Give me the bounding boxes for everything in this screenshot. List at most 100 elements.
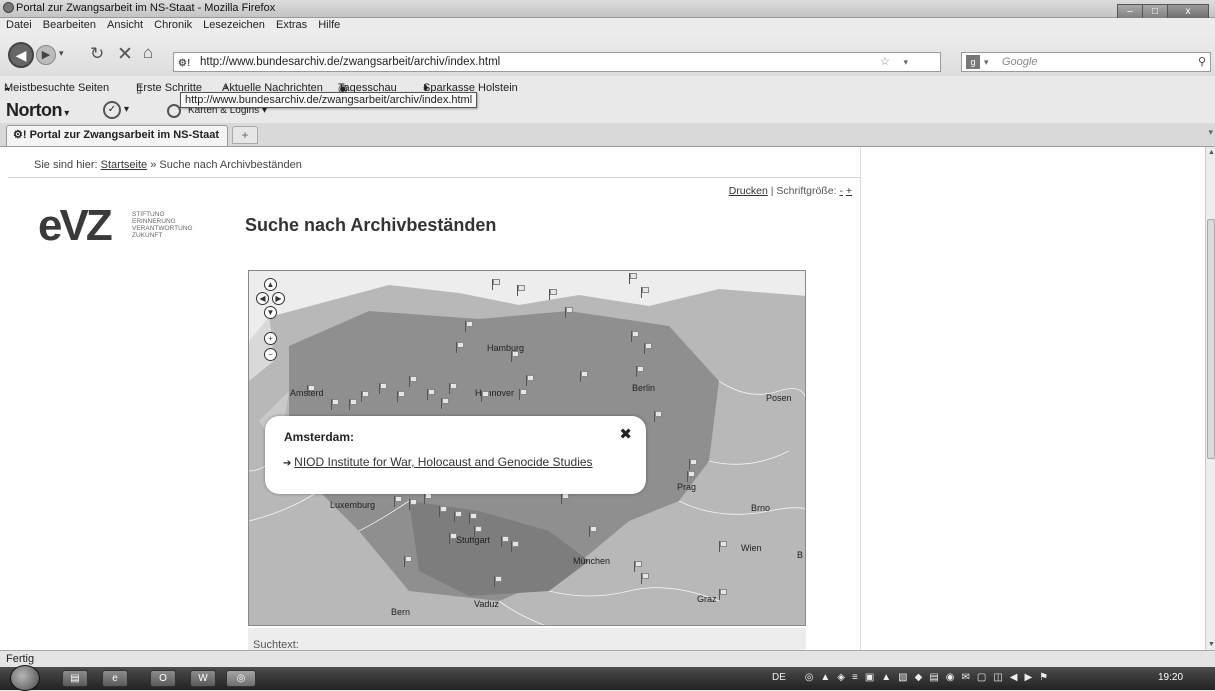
archive-marker-icon[interactable] <box>687 471 696 482</box>
print-link[interactable]: Drucken <box>729 185 768 197</box>
url-dropdown-icon[interactable]: ▾ <box>903 53 908 71</box>
close-button[interactable]: x <box>1167 4 1209 19</box>
archive-marker-icon[interactable] <box>379 383 388 394</box>
maximize-button[interactable]: □ <box>1142 4 1168 19</box>
norton-safe-icon[interactable]: ✓ <box>103 101 121 119</box>
language-indicator[interactable]: DE <box>772 672 786 683</box>
norton-logo[interactable]: Norton ▾ <box>6 100 69 121</box>
back-button[interactable]: ◀ <box>8 42 34 68</box>
menu-datei[interactable]: Datei <box>6 18 32 31</box>
menu-extras[interactable]: Extras <box>276 18 307 31</box>
archive-marker-icon[interactable] <box>307 385 316 396</box>
fontsize-decrease-link[interactable]: - <box>839 185 843 197</box>
scroll-down-icon[interactable]: ▼ <box>1208 641 1215 648</box>
pan-right-button[interactable]: ▶ <box>272 292 285 305</box>
archive-marker-icon[interactable] <box>719 589 728 600</box>
archive-marker-icon[interactable] <box>511 541 520 552</box>
archive-marker-icon[interactable] <box>517 285 526 296</box>
pan-left-button[interactable]: ◀ <box>256 292 269 305</box>
archive-marker-icon[interactable] <box>439 506 448 517</box>
archive-marker-icon[interactable] <box>501 536 510 547</box>
menu-chronik[interactable]: Chronik <box>154 18 192 31</box>
archive-marker-icon[interactable] <box>454 511 463 522</box>
word-taskbar-icon[interactable]: W <box>190 670 216 687</box>
archive-marker-icon[interactable] <box>549 289 558 300</box>
archive-marker-icon[interactable] <box>469 513 478 524</box>
fontsize-increase-link[interactable]: + <box>846 185 852 197</box>
archive-marker-icon[interactable] <box>580 371 589 382</box>
archive-marker-icon[interactable] <box>719 541 728 552</box>
archive-marker-icon[interactable] <box>331 399 340 410</box>
archive-marker-icon[interactable] <box>654 411 663 422</box>
internet-explorer-taskbar-icon[interactable]: e <box>102 670 128 687</box>
tab-portal[interactable]: ⚙! Portal zur Zwangsarbeit im NS-Staat <box>6 125 228 146</box>
archive-marker-icon[interactable] <box>644 343 653 354</box>
archive-marker-icon[interactable] <box>397 391 406 402</box>
menu-lesezeichen[interactable]: Lesezeichen <box>203 18 265 31</box>
archive-marker-icon[interactable] <box>394 496 403 507</box>
archive-marker-icon[interactable] <box>492 279 501 290</box>
archive-marker-icon[interactable] <box>465 321 474 332</box>
popup-close-icon[interactable]: ✖ <box>619 425 632 443</box>
reload-icon[interactable]: ↻ <box>90 44 104 64</box>
archive-marker-icon[interactable] <box>526 375 535 386</box>
tab-list-icon[interactable]: ▾ <box>1208 127 1213 138</box>
norton-safe-dropdown-icon[interactable]: ▾ <box>124 104 129 115</box>
archive-marker-icon[interactable] <box>424 493 433 504</box>
archive-marker-icon[interactable] <box>641 573 650 584</box>
menu-hilfe[interactable]: Hilfe <box>318 18 340 31</box>
archive-marker-icon[interactable] <box>409 376 418 387</box>
archive-marker-icon[interactable] <box>474 526 483 537</box>
menu-bearbeiten[interactable]: Bearbeiten <box>43 18 96 31</box>
firefox-taskbar-icon[interactable]: ◎ <box>226 670 256 687</box>
outlook-taskbar-icon[interactable]: O <box>150 670 176 687</box>
archive-marker-icon[interactable] <box>511 351 520 362</box>
popup-archive-link[interactable]: ➔ NIOD Institute for War, Holocaust and … <box>283 455 593 469</box>
archive-marker-icon[interactable] <box>636 366 645 377</box>
vertical-scrollbar[interactable]: ▲ ▼ <box>1205 147 1215 650</box>
explorer-taskbar-icon[interactable]: ▤ <box>62 670 88 687</box>
forward-button[interactable]: ▶ <box>36 45 56 65</box>
archive-map[interactable]: ▲ ◀ ▶ ▼ + − Hamburg Amsterd Hannover Ber… <box>248 270 806 626</box>
taskbar-clock[interactable]: 19:20 <box>1158 672 1183 683</box>
archive-marker-icon[interactable] <box>494 576 503 587</box>
archive-marker-icon[interactable] <box>361 391 370 402</box>
archive-marker-icon[interactable] <box>634 561 643 572</box>
archive-marker-icon[interactable] <box>456 342 465 353</box>
home-icon[interactable]: ⌂ <box>143 43 153 63</box>
archive-marker-icon[interactable] <box>629 273 638 284</box>
search-input[interactable]: g ▾ Google ⚲ <box>961 52 1211 72</box>
minimize-button[interactable]: – <box>1117 4 1143 19</box>
archive-marker-icon[interactable] <box>404 556 413 567</box>
start-button[interactable] <box>10 665 40 691</box>
menu-ansicht[interactable]: Ansicht <box>107 18 143 31</box>
search-engine-dropdown-icon[interactable]: ▾ <box>984 53 989 71</box>
pan-up-button[interactable]: ▲ <box>264 278 277 291</box>
pan-down-button[interactable]: ▼ <box>264 306 277 319</box>
archive-marker-icon[interactable] <box>427 389 436 400</box>
archive-marker-icon[interactable] <box>561 493 570 504</box>
archive-marker-icon[interactable] <box>631 331 640 342</box>
scroll-up-icon[interactable]: ▲ <box>1208 149 1215 156</box>
tray-icons[interactable]: ◎▲◈≡▣▲▧◆▤◉✉▢◫◀▶⚑ <box>805 672 1055 683</box>
archive-marker-icon[interactable] <box>481 391 490 402</box>
google-icon[interactable]: g <box>966 55 980 69</box>
history-dropdown-icon[interactable]: ▾ <box>59 48 64 59</box>
archive-marker-icon[interactable] <box>565 307 574 318</box>
archive-marker-icon[interactable] <box>519 389 528 400</box>
stop-icon[interactable]: ✕ <box>117 43 133 66</box>
zoom-in-button[interactable]: + <box>264 332 277 345</box>
archive-marker-icon[interactable] <box>349 399 358 410</box>
search-icon[interactable]: ⚲ <box>1198 53 1206 71</box>
archive-marker-icon[interactable] <box>449 533 458 544</box>
archive-marker-icon[interactable] <box>449 383 458 394</box>
new-tab-button[interactable]: + <box>232 126 258 144</box>
bookmark-star-icon[interactable]: ☆ <box>880 53 890 71</box>
norton-lock-icon[interactable] <box>167 104 181 118</box>
archive-marker-icon[interactable] <box>589 526 598 537</box>
archive-marker-icon[interactable] <box>641 287 650 298</box>
archive-marker-icon[interactable] <box>689 459 698 470</box>
scrollbar-thumb[interactable] <box>1207 219 1215 459</box>
zoom-out-button[interactable]: − <box>264 348 277 361</box>
url-input[interactable]: ⚙! http://www.bundesarchiv.de/zwangsarbe… <box>173 52 941 72</box>
